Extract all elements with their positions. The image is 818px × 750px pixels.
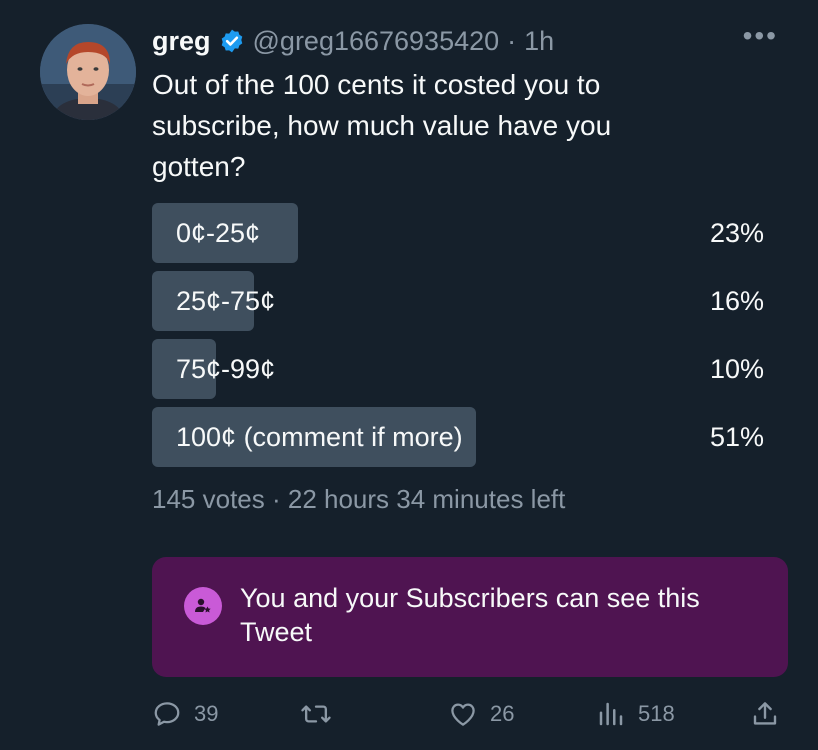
poll-option: 100¢ (comment if more) 51%: [152, 407, 764, 467]
poll-option-percent: 10%: [709, 354, 764, 384]
tweet-text: Out of the 100 cents it costed you to su…: [152, 69, 612, 182]
subscribers-banner-text: You and your Subscribers can see this Tw…: [240, 583, 700, 647]
poll-option-label: 25¢-75¢: [176, 286, 276, 316]
poll-meta: 145 votes · 22 hours 34 minutes left: [152, 484, 566, 514]
poll-option-percent: 51%: [709, 422, 764, 452]
poll-option: 0¢-25¢ 23%: [152, 203, 764, 263]
poll-option: 25¢-75¢ 16%: [152, 271, 764, 331]
retweet-icon: [300, 699, 332, 729]
author-handle[interactable]: @greg16676935420: [253, 26, 500, 57]
more-dots-icon[interactable]: •••: [743, 22, 778, 50]
retweet-button[interactable]: [300, 694, 344, 734]
views-chart-icon: [596, 699, 626, 729]
poll-option-label: 100¢ (comment if more): [176, 422, 463, 452]
poll-option-label: 0¢-25¢: [176, 218, 261, 248]
reply-count: 39: [194, 701, 219, 726]
poll-option-label: 75¢-99¢: [176, 354, 276, 384]
poll: 0¢-25¢ 23% 25¢-75¢ 16% 75¢-99¢ 10% 100¢ …: [152, 203, 764, 475]
like-button[interactable]: 26: [448, 694, 514, 734]
author-name[interactable]: greg: [152, 26, 211, 57]
poll-option-percent: 23%: [709, 218, 764, 248]
poll-option: 75¢-99¢ 10%: [152, 339, 764, 399]
heart-icon: [448, 699, 478, 729]
poll-option-percent: 16%: [709, 286, 764, 316]
like-count: 26: [490, 701, 515, 726]
header-separator: ·: [507, 25, 517, 56]
share-button[interactable]: [750, 694, 780, 734]
subscriber-star-icon: [184, 587, 222, 625]
verified-badge-icon[interactable]: [219, 28, 245, 54]
reply-button[interactable]: 39: [152, 694, 218, 734]
subscribers-only-banner: You and your Subscribers can see this Tw…: [152, 557, 788, 677]
tweet-timestamp[interactable]: 1h: [524, 26, 554, 57]
reply-bubble-icon: [152, 699, 182, 729]
author-avatar[interactable]: [40, 24, 136, 120]
share-upload-icon: [750, 699, 780, 729]
tweet-header: greg @greg16676935420 · 1h: [152, 24, 554, 58]
tweet-action-bar: 39 26 518: [152, 694, 788, 734]
views-count: 518: [638, 701, 675, 726]
views-button[interactable]: 518: [596, 694, 675, 734]
